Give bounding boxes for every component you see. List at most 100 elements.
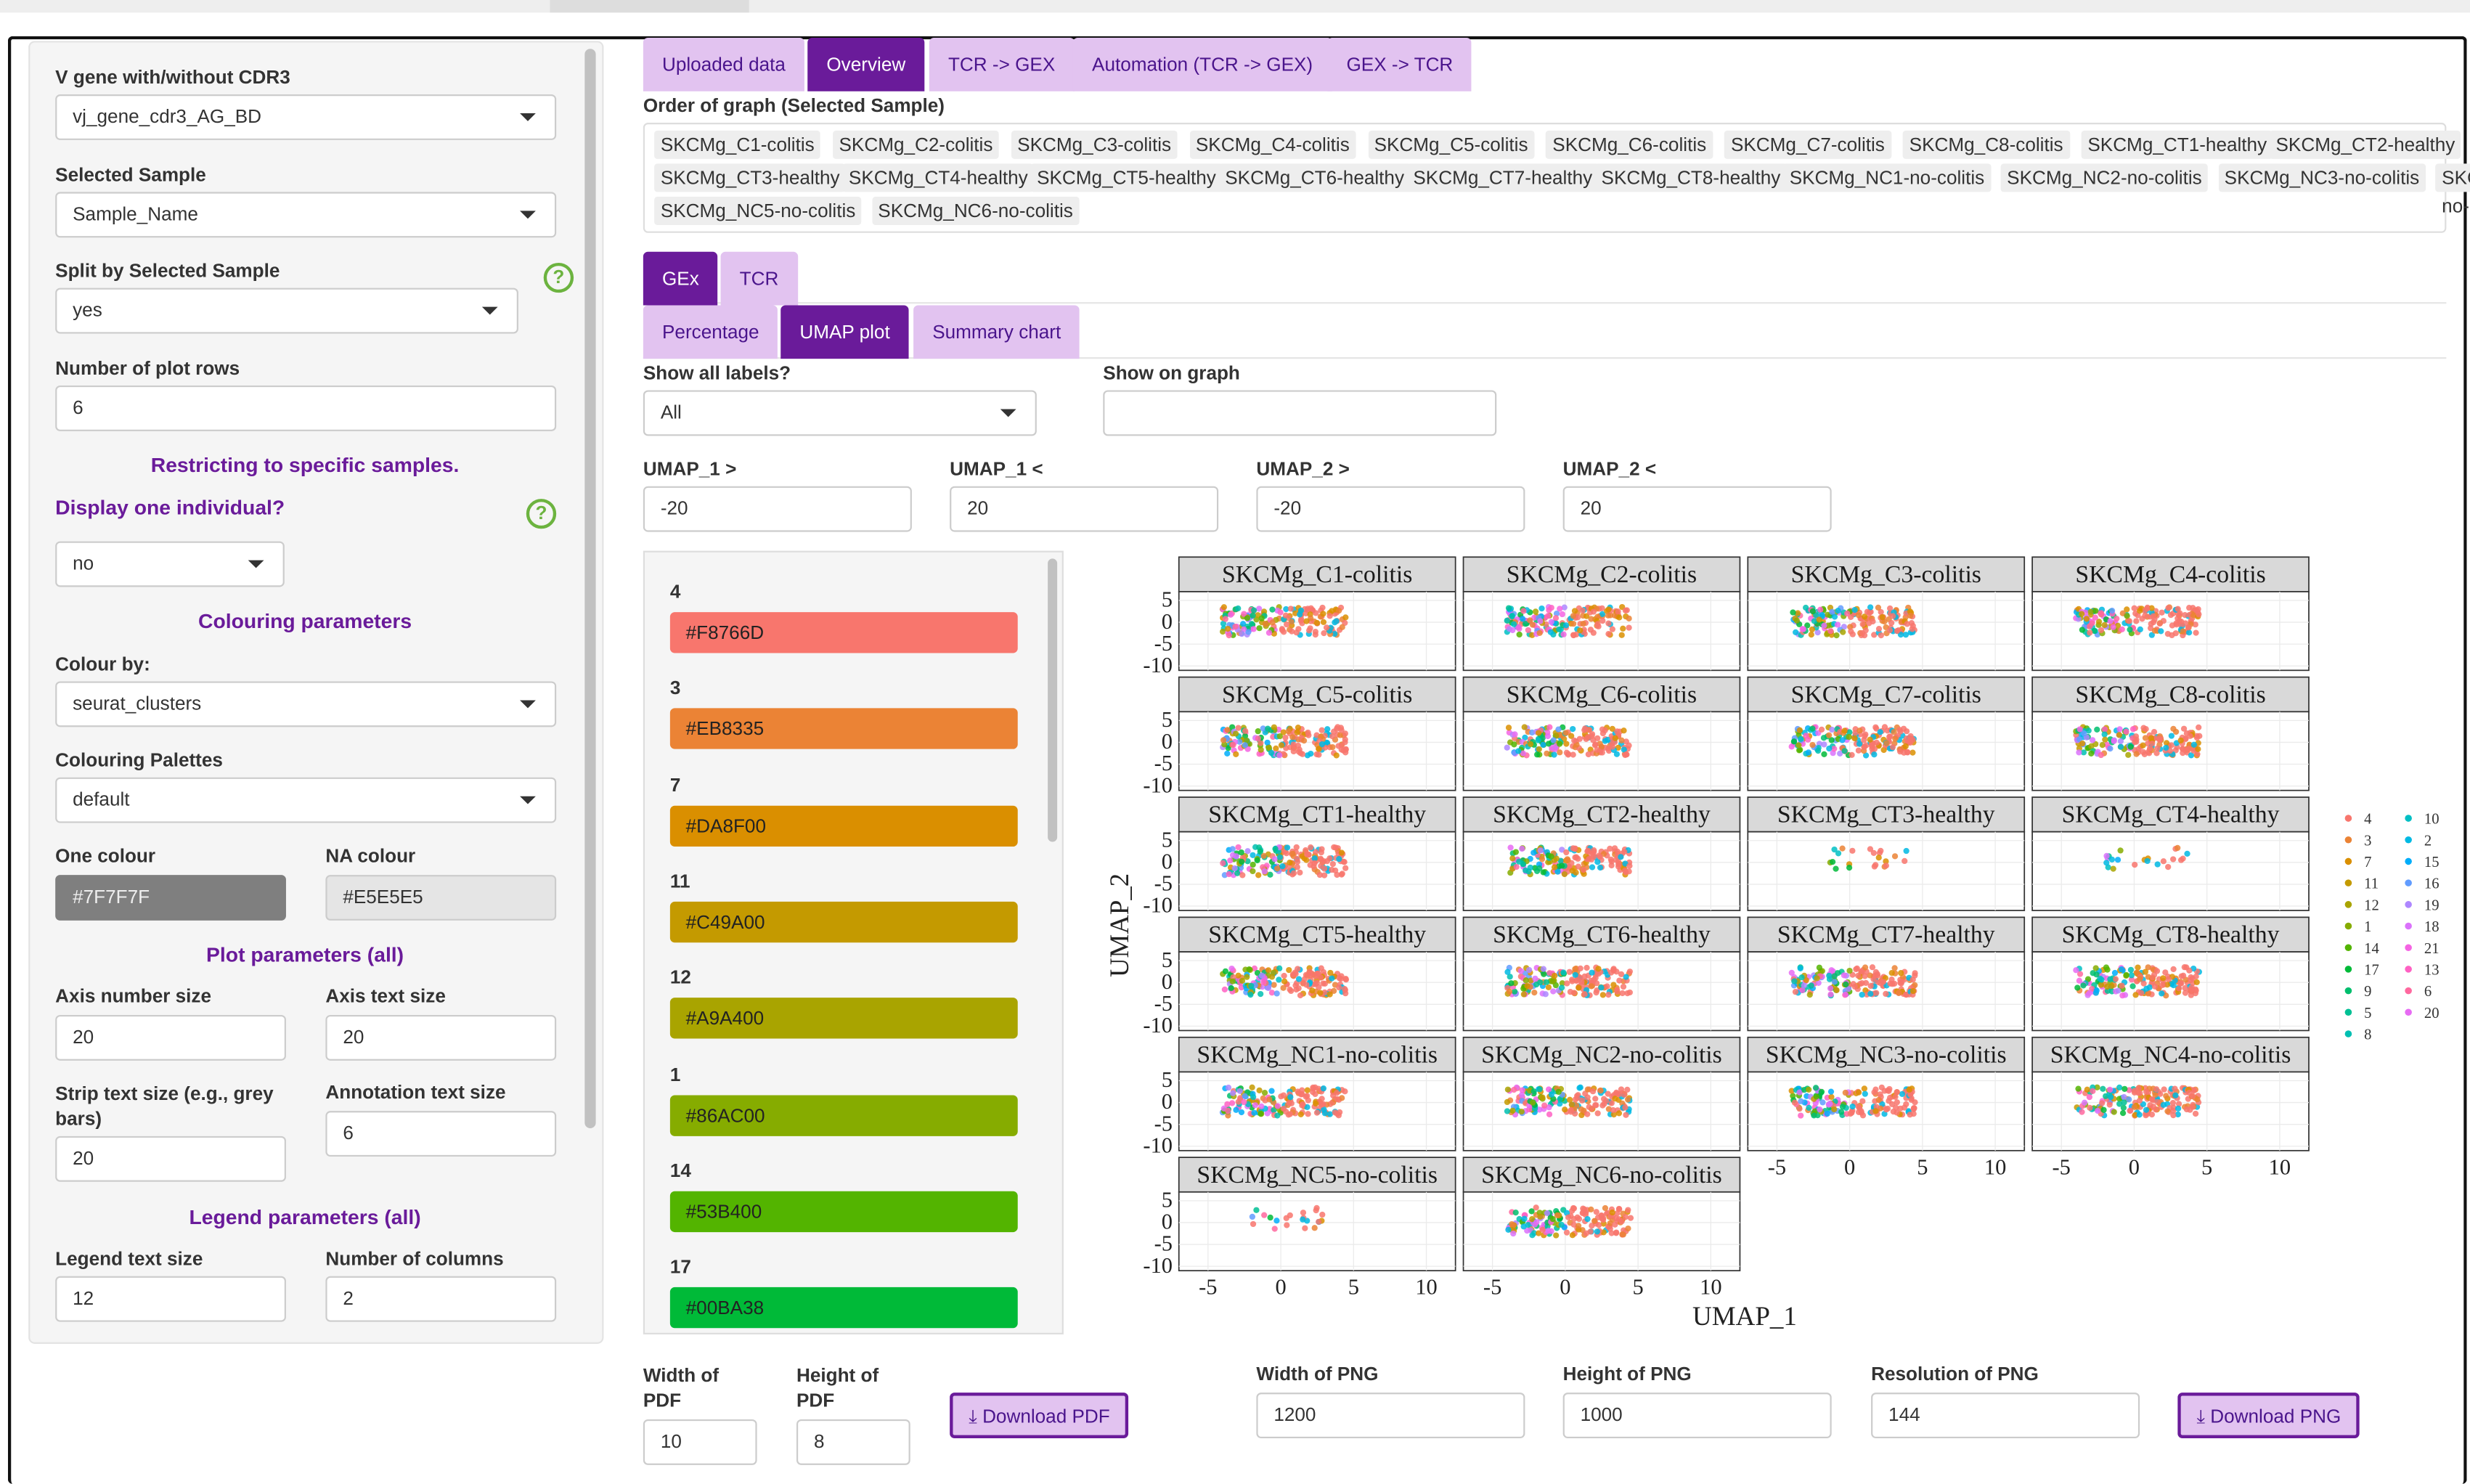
order-chip[interactable]: SKCMg_C1-colitis <box>654 130 821 159</box>
order-chip[interactable]: SKCMg_C8-colitis <box>1902 130 2070 159</box>
data-point <box>1313 979 1321 986</box>
data-point <box>2149 741 2156 747</box>
order-chip[interactable]: SKCMg_CT7-healthy <box>1406 163 1599 192</box>
order-chip[interactable]: SKCMg_CT4-healthy <box>842 163 1035 192</box>
individual-select[interactable]: no <box>55 541 285 587</box>
data-point <box>2150 1104 2157 1110</box>
height-pdf-input[interactable]: 8 <box>796 1419 910 1465</box>
download-pdf-button[interactable]: ⤓ Download PDF <box>950 1393 1129 1439</box>
show-graph-input[interactable] <box>1103 390 1497 436</box>
axis-num-input[interactable]: 20 <box>55 1014 286 1061</box>
palette-select[interactable]: default <box>55 777 557 823</box>
umap1-gt-input[interactable]: -20 <box>643 486 912 532</box>
order-chip[interactable]: SKCMg_C4-colitis <box>1189 130 1356 159</box>
sample-select[interactable]: Sample_Name <box>55 192 557 238</box>
data-point <box>1831 973 1838 979</box>
colour-by-select[interactable]: seurat_clusters <box>55 681 557 727</box>
na-colour-input[interactable]: #E5E5E5 <box>325 875 557 921</box>
order-chip[interactable]: SKCMg_CT1-healthy <box>2081 130 2273 159</box>
order-chip[interactable]: SKCMg_CT5-healthy <box>1030 163 1223 192</box>
v-gene-select[interactable]: vj_gene_cdr3_AG_BD <box>55 94 557 140</box>
data-point <box>2154 861 2161 868</box>
help-icon[interactable]: ? <box>526 499 557 529</box>
umap2-lt-input[interactable]: 20 <box>1562 486 1832 532</box>
tab-gex-tcr[interactable]: GEX -> TCR <box>1327 38 1472 91</box>
top-tab-stub[interactable] <box>550 0 749 13</box>
order-chip[interactable]: SKCMg_NC6-no-colitis <box>871 196 1080 225</box>
legend-text-input[interactable]: 12 <box>55 1276 286 1322</box>
data-point <box>1320 611 1326 617</box>
tab-percentage[interactable]: Percentage <box>643 305 778 359</box>
order-chip[interactable]: SKCMg_NC1-no-colitis <box>1782 163 1991 192</box>
sidebar-scrollbar[interactable] <box>584 49 596 1129</box>
order-chip[interactable]: SKCMg_CT2-healthy <box>2269 130 2462 159</box>
order-chip[interactable]: SKCMg_NC4-no-colitis <box>2435 163 2470 217</box>
order-chip[interactable]: SKCMg_NC3-no-colitis <box>2217 163 2426 192</box>
order-chip[interactable]: SKCMg_C3-colitis <box>1011 130 1178 159</box>
data-point <box>1540 966 1547 972</box>
data-point <box>1790 738 1798 745</box>
order-chip[interactable]: SKCMg_NC5-no-colitis <box>654 196 863 225</box>
tab-automation[interactable]: Automation (TCR -> GEX) <box>1072 38 1332 91</box>
colour-swatch-input[interactable]: #F8766D <box>669 612 1018 653</box>
tab-tcr[interactable]: TCR <box>720 251 798 306</box>
tab-summary-chart[interactable]: Summary chart <box>913 305 1080 359</box>
data-point <box>1870 618 1876 625</box>
colour-swatch-input[interactable]: #A9A400 <box>669 998 1018 1039</box>
facet-strip-label: SKCMg_NC1-no-colitis <box>1197 1041 1438 1068</box>
annot-input[interactable]: 6 <box>325 1111 557 1157</box>
colour-swatch-input[interactable]: #EB8335 <box>669 708 1018 750</box>
order-chip[interactable]: SKCMg_C6-colitis <box>1546 130 1713 159</box>
strip-input[interactable]: 20 <box>55 1136 286 1182</box>
data-point <box>1615 608 1621 615</box>
legend-key <box>2344 1030 2352 1037</box>
order-chip[interactable]: SKCMg_C2-colitis <box>832 130 1000 159</box>
one-colour-input[interactable]: #7F7F7F <box>55 875 286 921</box>
download-png-button[interactable]: ⤓ Download PNG <box>2177 1393 2360 1439</box>
width-png-input[interactable]: 1200 <box>1256 1393 1525 1439</box>
umap2-gt-input[interactable]: -20 <box>1256 486 1525 532</box>
facet-strip-label: SKCMg_C5-colitis <box>1222 681 1412 708</box>
umap1-lt-input[interactable]: 20 <box>950 486 1219 532</box>
height-png-input[interactable]: 1000 <box>1562 1393 1832 1439</box>
colour-swatch-input[interactable]: #86AC00 <box>669 1094 1018 1136</box>
data-point <box>1334 1090 1340 1096</box>
data-point <box>1557 741 1563 747</box>
colour-swatch-input[interactable]: #00BA38 <box>669 1287 1018 1329</box>
order-chip[interactable]: SKCMg_C5-colitis <box>1367 130 1535 159</box>
tab-gex[interactable]: GEx <box>643 251 718 306</box>
data-point <box>1303 618 1310 624</box>
order-chip[interactable]: SKCMg_NC2-no-colitis <box>2000 163 2209 192</box>
axis-text-input[interactable]: 20 <box>325 1014 557 1061</box>
show-labels-select[interactable]: All <box>643 390 1037 436</box>
order-chip[interactable]: SKCMg_CT8-healthy <box>1594 163 1788 192</box>
tab-umap-plot[interactable]: UMAP plot <box>780 305 909 359</box>
rows-input[interactable]: 6 <box>55 386 557 431</box>
split-select[interactable]: yes <box>55 288 518 334</box>
data-point <box>1616 977 1623 984</box>
resolution-png-input[interactable]: 144 <box>1871 1393 2140 1439</box>
colour-swatch-input[interactable]: #DA8F00 <box>669 804 1018 847</box>
tab-uploaded-data[interactable]: Uploaded data <box>643 38 805 91</box>
data-point <box>1825 732 1833 738</box>
data-point <box>2075 1085 2082 1092</box>
tab-tcr-gex[interactable]: TCR -> GEX <box>929 38 1075 91</box>
data-point <box>1873 990 1880 996</box>
colour-panel-scrollbar[interactable] <box>1048 558 1058 842</box>
data-point <box>2087 1104 2093 1112</box>
colour-swatch-input[interactable]: #53B400 <box>669 1191 1018 1232</box>
ncol-input[interactable]: 2 <box>325 1276 557 1322</box>
data-point <box>1258 972 1265 979</box>
width-pdf-input[interactable]: 10 <box>643 1419 757 1465</box>
data-point <box>1797 735 1804 742</box>
order-chip[interactable]: SKCMg_CT6-healthy <box>1218 163 1411 192</box>
tab-overview[interactable]: Overview <box>807 38 925 91</box>
colour-swatch-input[interactable]: #C49A00 <box>669 901 1018 943</box>
help-icon[interactable]: ? <box>543 262 574 293</box>
order-chip[interactable]: SKCMg_C7-colitis <box>1724 130 1891 159</box>
data-point <box>1576 984 1582 991</box>
data-point <box>2079 1109 2085 1115</box>
data-point <box>1545 984 1552 990</box>
data-point <box>1618 1218 1625 1225</box>
order-chip[interactable]: SKCMg_CT3-healthy <box>654 163 847 192</box>
